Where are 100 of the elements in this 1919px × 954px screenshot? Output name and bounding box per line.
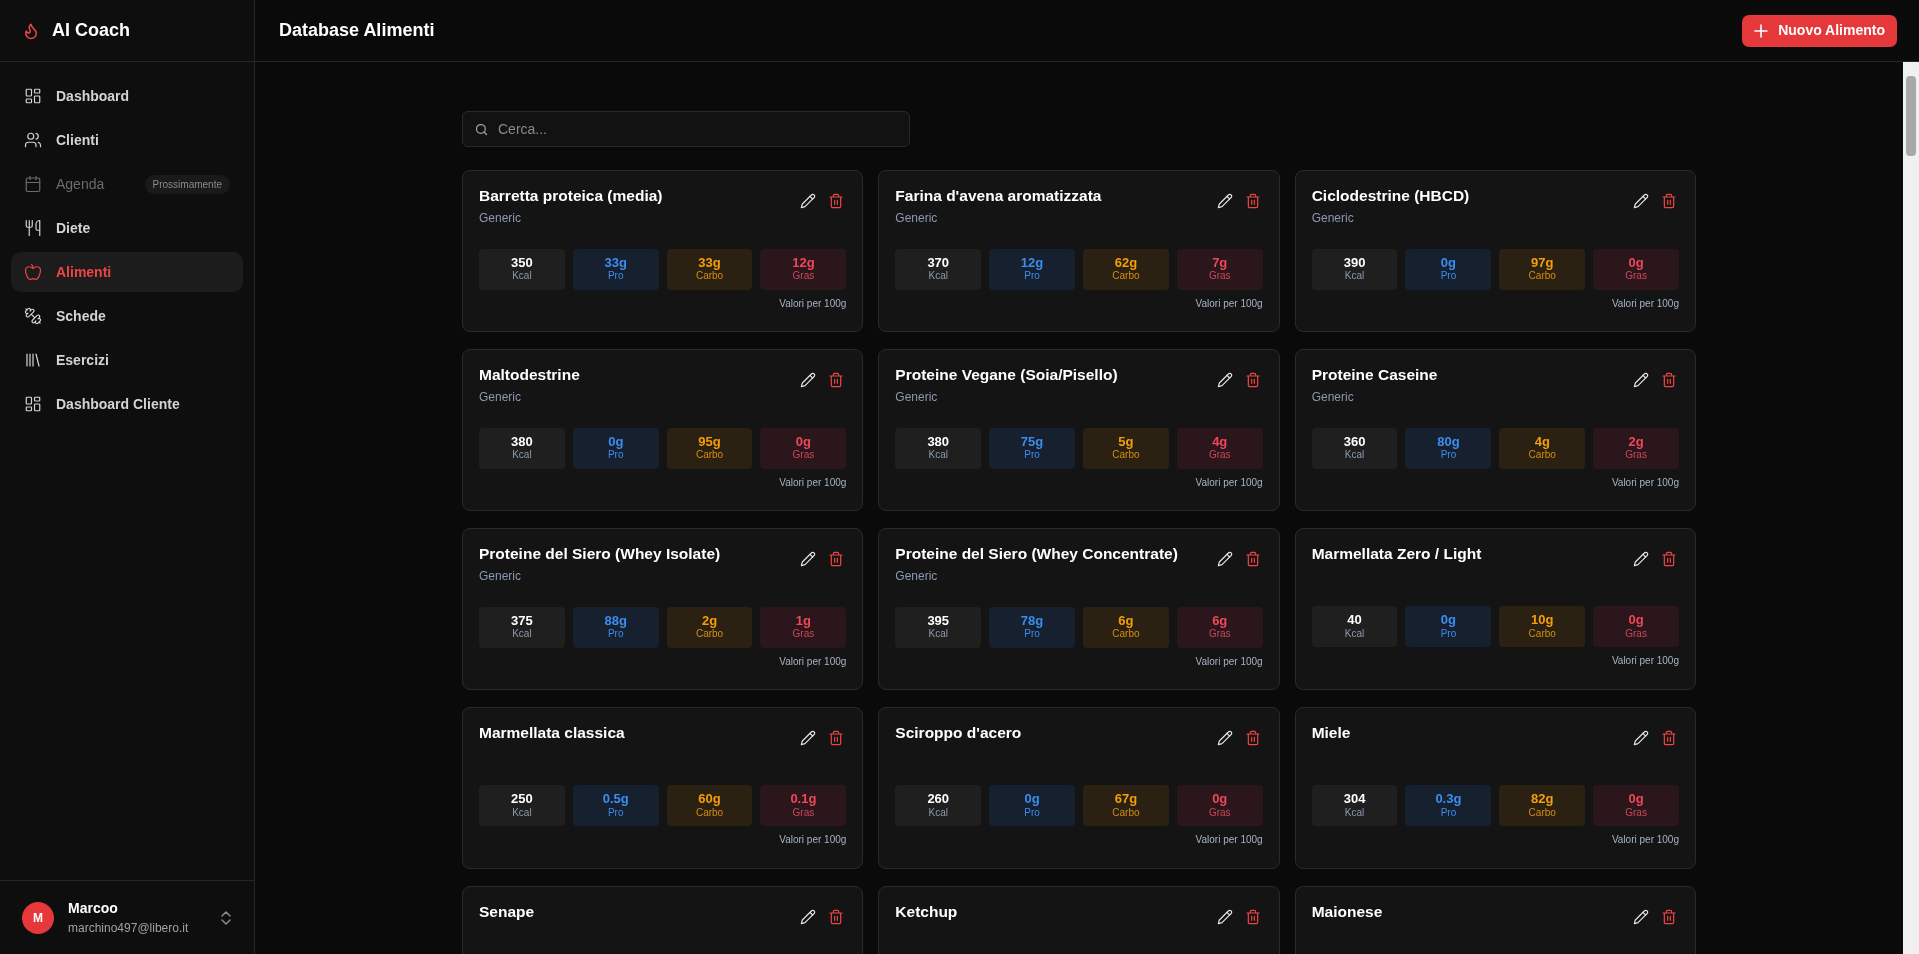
macro-value: 80g [1437, 434, 1460, 450]
macro-label: Kcal [928, 628, 948, 641]
food-name: Farina d'avena aromatizzata [895, 187, 1102, 206]
edit-button[interactable] [1631, 370, 1651, 390]
edit-button[interactable] [1631, 191, 1651, 211]
pencil-icon [800, 193, 817, 209]
macro-label: Carbo [1112, 270, 1140, 283]
pencil-icon [1216, 551, 1233, 567]
macro-value: 78g [1020, 613, 1044, 629]
trash-icon [1244, 193, 1261, 209]
macro-label: Gras [792, 270, 815, 283]
macro-value: 6g [1118, 613, 1134, 629]
per-100g-note: Valori per 100g [1610, 296, 1679, 311]
macro-label: Pro [607, 270, 624, 283]
chevrons-up-down-icon[interactable] [220, 909, 232, 926]
trash-icon [1244, 551, 1261, 567]
food-category: Generic [1311, 388, 1355, 406]
macro-label: Carbo [695, 449, 724, 462]
sidebar-item[interactable]: Dashboard [11, 76, 243, 116]
sidebar-item[interactable]: Clienti [11, 120, 243, 160]
dumbbell-icon [24, 307, 42, 325]
macro-value: 0g [1212, 792, 1228, 807]
food-name: Proteine Caseine [1311, 366, 1438, 385]
macro-label: Kcal [928, 270, 948, 283]
macro-value: 88g [604, 613, 627, 629]
macro-label: Kcal [928, 806, 948, 819]
scrollbar[interactable] [1903, 62, 1919, 954]
pencil-icon [1216, 909, 1233, 925]
macro-value: 95g [698, 434, 721, 450]
pencil-icon [800, 551, 817, 567]
macro-value: 4g [1212, 434, 1228, 450]
macro-label: Kcal [1344, 627, 1365, 640]
sidebar-item[interactable]: Schede [11, 296, 243, 336]
macro-value: 1g [795, 613, 811, 629]
scrollbar-thumb[interactable] [1906, 76, 1916, 156]
macro-value: 0g [1628, 792, 1644, 807]
trash-icon [828, 730, 845, 746]
per-100g-note: Valori per 100g [1610, 654, 1679, 668]
trash-icon [1661, 193, 1677, 209]
macro-label: Gras [1625, 449, 1647, 462]
search-field[interactable]: Cerca... [462, 111, 910, 147]
macro-label: Carbo [695, 270, 724, 283]
food-name: Barretta proteica (media) [479, 187, 663, 206]
coming-soon-tag: Prossimamente [144, 174, 230, 194]
macro-label: Carbo [1112, 806, 1140, 819]
macro-label: Pro [1440, 627, 1457, 640]
edit-button[interactable] [1631, 549, 1651, 569]
macro-value: 0g [1440, 255, 1456, 271]
macro-value: 304 [1343, 792, 1366, 807]
sidebar-item[interactable]: Dashboard Cliente [11, 384, 243, 424]
trash-icon [1244, 909, 1261, 925]
trash-icon [1244, 730, 1261, 746]
macro-value: 0g [1628, 613, 1644, 628]
new-food-button[interactable]: Nuovo Alimento [1742, 14, 1897, 47]
macro-value: 380 [511, 434, 533, 450]
per-100g-note: Valori per 100g [1194, 654, 1263, 669]
macro-label: Gras [1208, 806, 1231, 819]
pencil-icon [1216, 372, 1233, 388]
macro-label: Gras [1208, 449, 1231, 462]
sidebar-item[interactable]: Esercizi [11, 340, 243, 380]
food-category: Generic [895, 567, 939, 585]
user-avatar: M [22, 901, 54, 934]
macro-label: Carbo [1528, 449, 1556, 462]
food-name: Miele [1311, 724, 1351, 743]
macro-label: Kcal [512, 628, 532, 641]
macro-label: Gras [792, 806, 815, 819]
macro-label: Pro [1440, 449, 1457, 462]
macro-label: Carbo [1528, 806, 1556, 819]
macro-value: 260 [927, 792, 950, 807]
macro-value: 82g [1531, 792, 1554, 807]
per-100g-note: Valori per 100g [1194, 475, 1263, 490]
food-name: Maionese [1311, 903, 1383, 922]
sidebar-item[interactable]: Alimenti [11, 252, 243, 292]
edit-button[interactable] [1631, 728, 1651, 748]
macro-label: Pro [1024, 449, 1040, 462]
macro-value: 6g [1212, 613, 1228, 629]
trash-icon [828, 551, 845, 567]
per-100g-note: Valori per 100g [778, 833, 847, 847]
macro-value: 0g [795, 434, 811, 450]
macro-value: 0g [1024, 792, 1040, 807]
macro-value: 0.3g [1435, 792, 1462, 807]
macro-value: 60g [698, 792, 721, 807]
sidebar-item[interactable]: Diete [11, 208, 243, 248]
plus-icon [1754, 23, 1769, 38]
pencil-icon [1633, 193, 1649, 209]
macro-value: 75g [1020, 434, 1044, 450]
macro-value: 7g [1212, 255, 1228, 271]
macro-value: 62g [1114, 255, 1138, 271]
macro-label: Gras [792, 449, 815, 462]
food-category: Generic [895, 209, 939, 227]
macro-value: 4g [1534, 434, 1550, 450]
macro-value: 390 [1343, 255, 1366, 271]
pencil-icon [1216, 193, 1233, 209]
macro-label: Kcal [1344, 806, 1365, 819]
edit-button[interactable] [1631, 907, 1651, 927]
app-name: AI Coach [52, 19, 130, 42]
macro-value: 360 [1343, 434, 1366, 450]
macro-value: 12g [792, 255, 815, 271]
food-name: Senape [479, 903, 535, 922]
macro-label: Gras [1625, 806, 1647, 819]
